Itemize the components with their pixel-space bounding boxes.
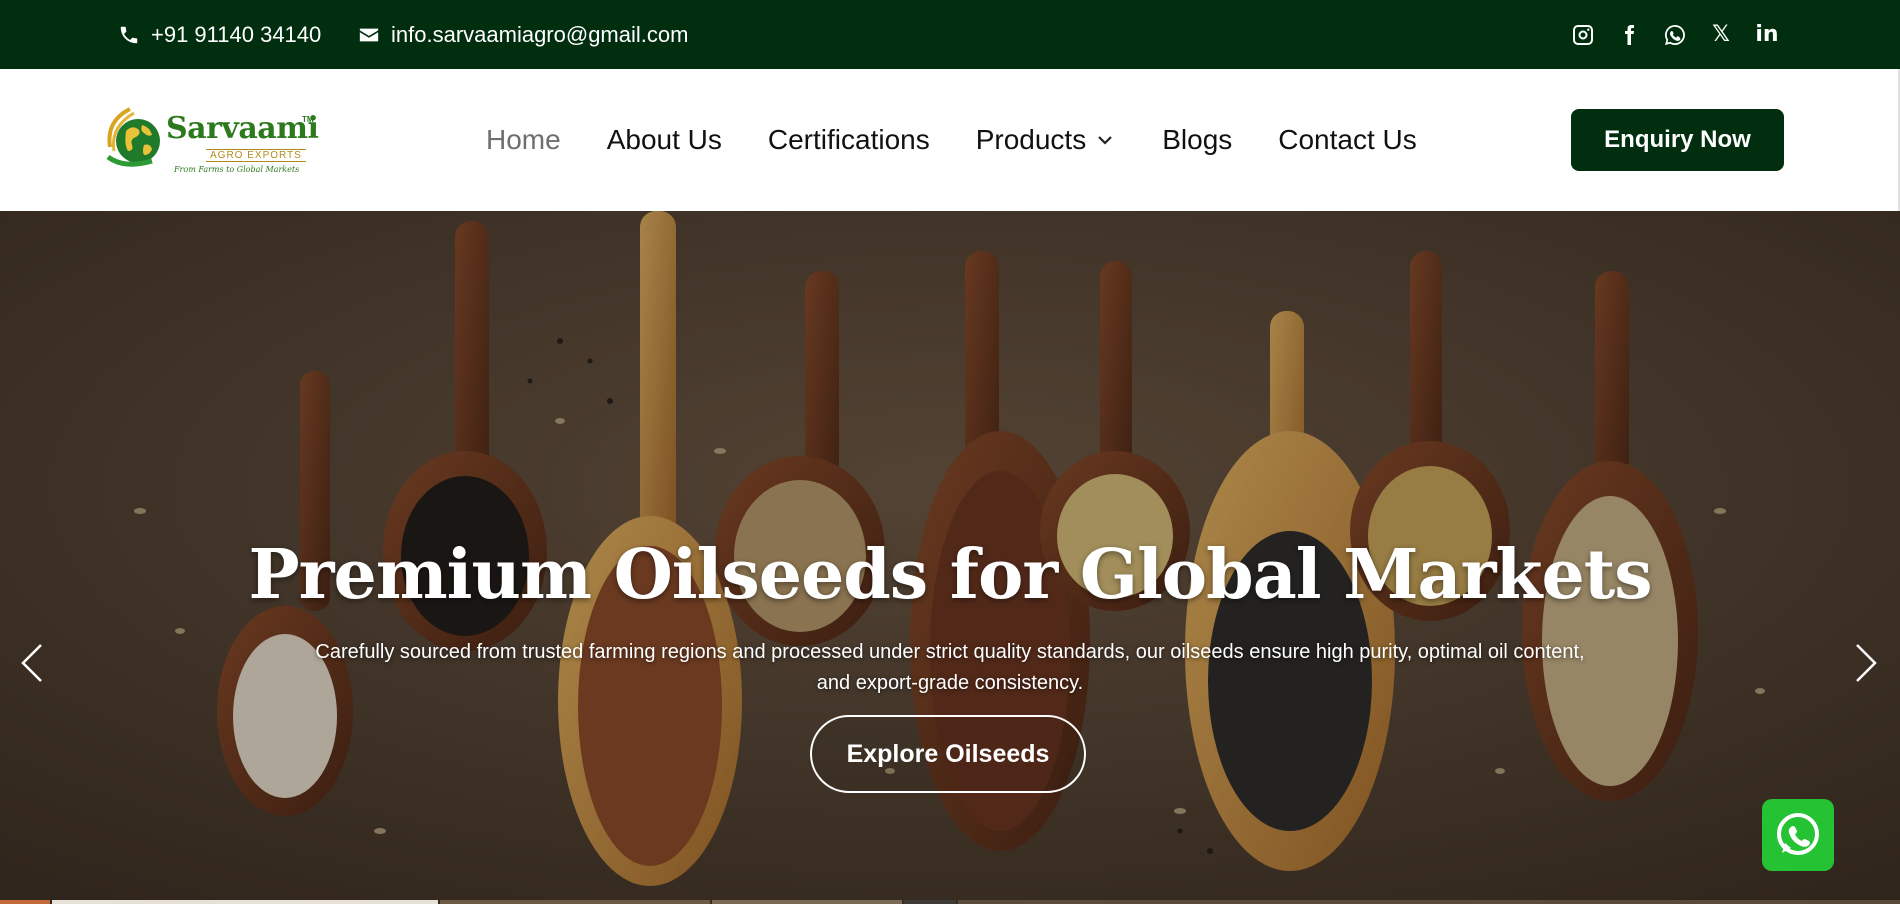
- nav-item-certifications[interactable]: Certifications: [768, 124, 930, 156]
- nav-item-about-us[interactable]: About Us: [607, 124, 722, 156]
- slide-thumbnail: [440, 900, 710, 904]
- slide-thumbnail: [52, 900, 438, 904]
- enquiry-now-button[interactable]: Enquiry Now: [1571, 109, 1784, 171]
- chevron-right-icon: [1856, 644, 1877, 682]
- linkedin-icon: in: [1755, 22, 1779, 47]
- whatsapp-float-button[interactable]: [1762, 799, 1834, 871]
- main-navigation: Home About Us Certifications Products Bl…: [486, 69, 1463, 211]
- email-address: info.sarvaamiagro@gmail.com: [391, 21, 689, 47]
- slide-thumbnail: [712, 900, 902, 904]
- whatsapp-link[interactable]: [1662, 22, 1688, 48]
- hero-description: Carefully sourced from trusted farming r…: [315, 641, 1585, 694]
- logo-subtitle: AGRO EXPORTS: [206, 149, 306, 162]
- phone-number: +91 91140 34140: [151, 21, 322, 47]
- globe-logo-icon: [106, 107, 160, 167]
- nav-item-contact-us[interactable]: Contact Us: [1278, 124, 1417, 156]
- logo-brand-name: Sarvaami: [166, 111, 319, 146]
- hero-slider: Premium Oilseeds for Global Markets Care…: [0, 211, 1900, 904]
- explore-oilseeds-button[interactable]: Explore Oilseeds: [810, 715, 1086, 793]
- slider-prev-button[interactable]: [12, 635, 52, 691]
- social-links: 𝕏 in: [1550, 0, 1780, 69]
- site-logo[interactable]: Sarvaami TM AGRO EXPORTS From Farms to G…: [100, 93, 319, 185]
- nav-label: Blogs: [1162, 124, 1233, 155]
- email-contact[interactable]: info.sarvaamiagro@gmail.com: [358, 0, 688, 69]
- hero-title: Premium Oilseeds for Global Markets: [248, 535, 1653, 615]
- facebook-icon: [1625, 24, 1634, 45]
- whatsapp-icon: [1777, 813, 1819, 855]
- page: +91 91140 34140 info.sarvaamiagro@gmail.…: [0, 0, 1900, 904]
- x-link[interactable]: 𝕏: [1708, 22, 1734, 48]
- slide-thumbnail: [0, 900, 50, 904]
- phone-icon: [120, 26, 138, 43]
- nav-label: Home: [486, 124, 561, 155]
- nav-label: Certifications: [767, 124, 930, 155]
- logo-tagline: From Farms to Global Markets: [174, 165, 300, 174]
- slider-next-button[interactable]: [1846, 635, 1886, 691]
- slider-thumbnail-strip: [0, 900, 1900, 904]
- linkedin-link[interactable]: in: [1754, 22, 1780, 48]
- top-contact-bar: +91 91140 34140 info.sarvaamiagro@gmail.…: [0, 0, 1900, 69]
- instagram-link[interactable]: [1570, 22, 1596, 48]
- instagram-icon: [1573, 24, 1593, 45]
- x-icon: 𝕏: [1712, 22, 1730, 47]
- facebook-link[interactable]: [1616, 22, 1642, 48]
- slide-thumbnail: [904, 900, 956, 904]
- logo-trademark: TM: [302, 115, 314, 124]
- site-header: Sarvaami TM AGRO EXPORTS From Farms to G…: [0, 69, 1900, 211]
- envelope-icon: [359, 28, 379, 41]
- nav-label: Contact Us: [1278, 124, 1417, 155]
- whatsapp-icon: [1665, 24, 1685, 45]
- chevron-left-icon: [21, 644, 42, 682]
- phone-contact[interactable]: +91 91140 34140: [118, 0, 321, 69]
- nav-item-products[interactable]: Products: [976, 124, 1117, 156]
- nav-item-blogs[interactable]: Blogs: [1162, 124, 1232, 156]
- chevron-down-icon: [1098, 136, 1112, 145]
- nav-label: About Us: [606, 124, 722, 155]
- nav-item-home[interactable]: Home: [486, 124, 561, 156]
- slide-thumbnail: [958, 900, 1900, 904]
- nav-label: Products: [975, 124, 1087, 155]
